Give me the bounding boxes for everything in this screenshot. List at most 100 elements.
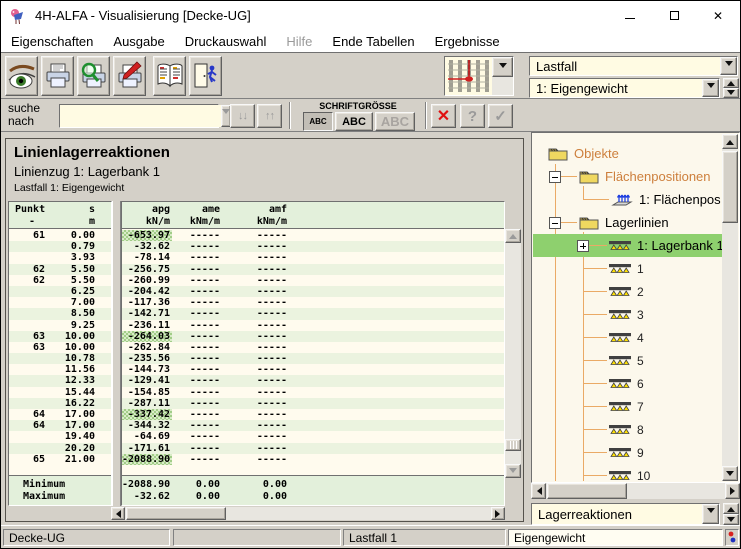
close-button[interactable]: ✕ <box>696 1 740 30</box>
table-row[interactable]: -204.42---------- <box>122 286 504 297</box>
table-row[interactable]: 625.50 <box>9 275 111 286</box>
collapse-minus-icon[interactable] <box>549 171 561 183</box>
tree-item-lagerlinie[interactable]: 7 <box>533 395 722 418</box>
tree-item-lagerlinie[interactable]: 3 <box>533 303 722 326</box>
scrollbar-thumb[interactable] <box>722 151 738 223</box>
table-row[interactable]: 6417.00 <box>9 420 111 431</box>
menu-ausgabe[interactable]: Ausgabe <box>103 32 174 51</box>
table-row[interactable]: -337.42---------- <box>122 409 504 420</box>
table-row[interactable]: -129.41---------- <box>122 375 504 386</box>
loadcase-dropdown[interactable]: 1: Eigengewicht <box>529 78 720 98</box>
table-row[interactable]: 12.33 <box>9 375 111 386</box>
table-row[interactable]: 9.25 <box>9 320 111 331</box>
table-row[interactable]: -171.61---------- <box>122 443 504 454</box>
table-row[interactable]: -260.99---------- <box>122 275 504 286</box>
print-preview-button[interactable] <box>77 56 110 96</box>
result-type-dropdown[interactable]: Lagerreaktionen <box>531 503 720 525</box>
table-row[interactable]: 6.25 <box>9 286 111 297</box>
table-row[interactable]: 16.22 <box>9 398 111 409</box>
tree-item-lagerlinie[interactable]: 9 <box>533 441 722 464</box>
spin-down-button[interactable] <box>723 514 739 525</box>
table-view-dropdown-button[interactable] <box>492 57 513 77</box>
scrollbar-thumb[interactable] <box>126 507 226 520</box>
spin-up-button[interactable] <box>723 78 739 88</box>
maximize-button[interactable] <box>652 1 696 30</box>
table-row[interactable]: 19.40 <box>9 431 111 442</box>
scroll-down-button[interactable] <box>722 466 738 481</box>
chevron-down-icon[interactable] <box>702 504 719 524</box>
scroll-left-button[interactable] <box>111 507 125 520</box>
table-row[interactable]: -262.84---------- <box>122 342 504 353</box>
table-row[interactable]: 610.00 <box>9 230 111 241</box>
table-row[interactable]: -235.56---------- <box>122 353 504 364</box>
table-view-selector[interactable] <box>444 56 514 96</box>
table-row[interactable]: -344.32---------- <box>122 420 504 431</box>
tree-item-lagerlinien[interactable]: Lagerlinien <box>533 211 722 234</box>
table-row[interactable]: -32.62---------- <box>122 241 504 252</box>
table-row[interactable]: 7.00 <box>9 297 111 308</box>
table-row[interactable]: 3.93 <box>9 252 111 263</box>
table-row[interactable]: 8.50 <box>9 308 111 319</box>
menu-ergebnisse[interactable]: Ergebnisse <box>425 32 510 51</box>
table-row[interactable]: -144.73---------- <box>122 364 504 375</box>
table-row[interactable]: 10.78 <box>9 353 111 364</box>
table-row[interactable]: 0.79 <box>9 241 111 252</box>
exit-button[interactable] <box>189 56 222 96</box>
scrollbar-grip[interactable] <box>505 439 521 451</box>
table-row[interactable]: 11.56 <box>9 364 111 375</box>
tree-item-lagerlinie[interactable]: 2 <box>533 280 722 303</box>
scrollbar-thumb[interactable] <box>547 483 627 499</box>
cancel-button[interactable]: ✕ <box>431 104 456 128</box>
table-row[interactable]: 6521.00 <box>9 454 111 465</box>
table-horizontal-scrollbar[interactable] <box>111 507 505 520</box>
tree-item-lagerlinie[interactable]: 8 <box>533 418 722 441</box>
pane-splitter[interactable] <box>112 201 121 506</box>
table-row[interactable]: -2088.90---------- <box>122 454 504 465</box>
search-combobox[interactable] <box>59 104 219 128</box>
tree-item-lagerlinie[interactable]: 4 <box>533 326 722 349</box>
chevron-down-icon[interactable] <box>702 79 719 97</box>
table-row[interactable]: 625.50 <box>9 264 111 275</box>
title-bar[interactable]: 4H-ALFA - Visualisierung [Decke-UG] ✕ <box>1 1 740 30</box>
table-row[interactable]: -653.97---------- <box>122 230 504 241</box>
table-vertical-scrollbar[interactable] <box>505 229 521 478</box>
table-row[interactable]: -117.36---------- <box>122 297 504 308</box>
table-row[interactable]: -142.71---------- <box>122 308 504 319</box>
spin-up-button[interactable] <box>723 503 739 514</box>
minimize-button[interactable] <box>608 1 652 30</box>
tree-item-lagerbank-selected[interactable]: 1: Lagerbank 1 <box>533 234 722 257</box>
spin-down-button[interactable] <box>723 88 739 98</box>
tree-horizontal-scrollbar[interactable] <box>531 483 740 499</box>
scroll-right-button[interactable] <box>491 507 505 520</box>
tree-item-objekte[interactable]: Objekte <box>533 142 722 165</box>
loadcase-type-dropdown[interactable]: Lastfall <box>529 56 738 76</box>
table-row[interactable]: -256.75---------- <box>122 264 504 275</box>
table-row[interactable]: 6310.00 <box>9 331 111 342</box>
table-row[interactable]: -154.85---------- <box>122 387 504 398</box>
fontsize-small-button[interactable]: ABC <box>303 112 333 131</box>
table-row[interactable]: -264.03---------- <box>122 331 504 342</box>
scroll-right-button[interactable] <box>725 483 740 499</box>
fontsize-medium-button[interactable]: ABC <box>335 112 373 131</box>
table-row[interactable]: -78.14---------- <box>122 252 504 263</box>
tree-item-lagerlinie[interactable]: 10 <box>533 464 722 481</box>
collapse-minus-icon[interactable] <box>549 217 561 229</box>
scroll-up-button[interactable] <box>722 134 738 149</box>
tree-item-lagerlinie[interactable]: 6 <box>533 372 722 395</box>
chevron-down-icon[interactable] <box>720 57 737 75</box>
tree-vertical-scrollbar[interactable] <box>722 134 738 481</box>
table-row[interactable]: -287.11---------- <box>122 398 504 409</box>
menu-ende-tabellen[interactable]: Ende Tabellen <box>322 32 424 51</box>
table-row[interactable]: 20.20 <box>9 443 111 454</box>
search-input[interactable] <box>60 105 221 127</box>
table-row[interactable]: 15.44 <box>9 387 111 398</box>
tree-item-lagerlinie[interactable]: 1 <box>533 257 722 280</box>
tree-item-flaechenpositionen[interactable]: Flächenpositionen <box>533 165 722 188</box>
table-row[interactable]: 6417.00 <box>9 409 111 420</box>
menu-eigenschaften[interactable]: Eigenschaften <box>1 32 103 51</box>
print-button[interactable] <box>41 56 74 96</box>
tables-book-button[interactable] <box>153 56 186 96</box>
menu-druckauswahl[interactable]: Druckauswahl <box>175 32 277 51</box>
scroll-left-button[interactable] <box>531 483 546 499</box>
tree-item-flaechenposition-1[interactable]: 1: Flächenpos <box>533 188 722 211</box>
